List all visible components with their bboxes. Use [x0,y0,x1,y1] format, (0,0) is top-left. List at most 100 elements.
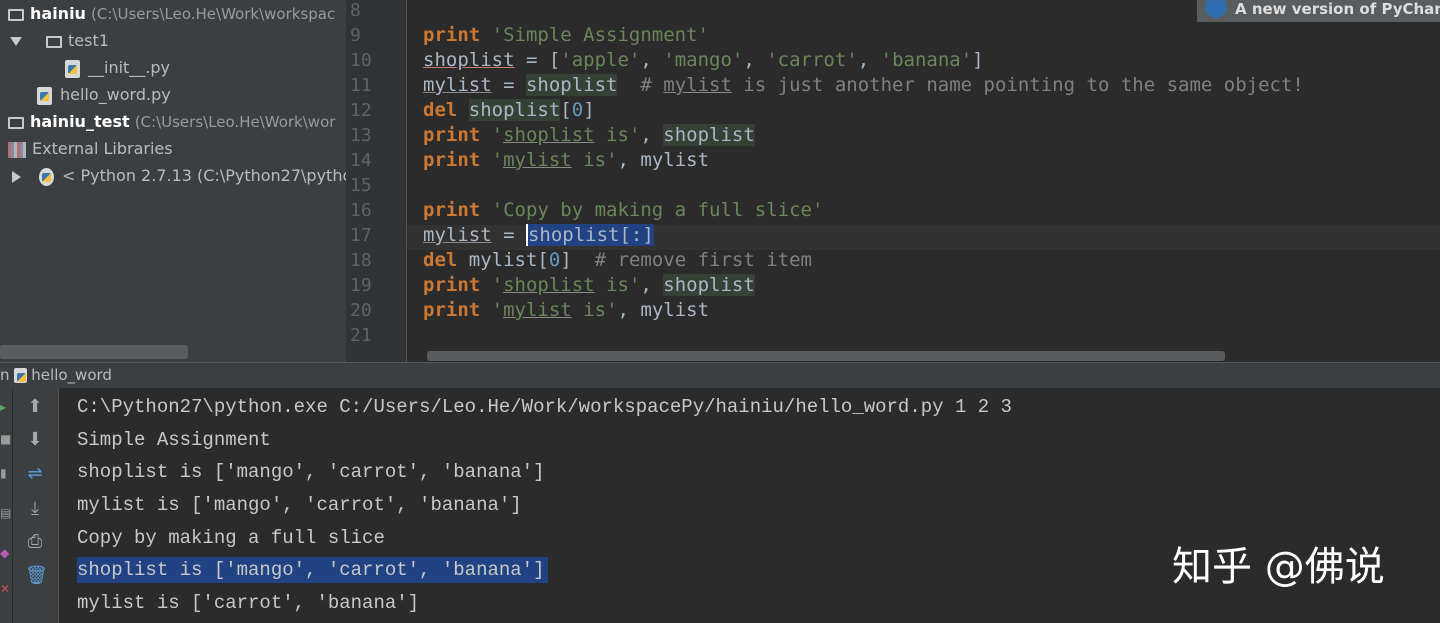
scroll-to-end-icon[interactable]: ⤓ [25,499,45,519]
tree-item-python-sdk[interactable]: < Python 2.7.13 (C:\Python27\pytho [12,162,346,189]
keyword: print [423,199,481,221]
tree-item-label: External Libraries [32,139,173,158]
notification-text: A new version of PyCharm [1235,0,1440,18]
tree-item-label: hello_word.py [60,85,171,104]
console-line-selected[interactable]: shoplist is ['mango', 'carrot', 'banana'… [77,557,549,583]
selected-text[interactable]: shoplist[:] [525,224,654,246]
comment: # remove first item [594,249,812,271]
identifier-usage: shoplist [663,274,755,296]
rerun-icon[interactable]: ▸ [0,400,10,414]
tree-item-hello-word[interactable]: hello_word.py [37,81,171,108]
number-literal: 0 [548,249,561,271]
line-number: 9 [350,25,361,46]
string-literal: 'apple' [560,49,641,71]
keyword: print [423,124,481,146]
chevron-right-icon[interactable] [12,170,21,183]
string-literal: ' [491,299,504,321]
comment: mylist [663,74,732,96]
run-toolbar-left: ▸ ■ ▮ ▤ ◆ ✕ [0,388,13,623]
line-number: 15 [350,175,372,196]
code-text: , mylist [617,299,710,321]
keyword: print [423,149,481,171]
trash-icon[interactable]: 🗑 [25,566,48,586]
project-panel: hainiu (C:\Users\Leo.He\Work\workspac te… [0,0,346,362]
line-number: 10 [350,50,372,71]
down-arrow-icon[interactable]: ⬇ [25,430,45,450]
up-arrow-icon[interactable]: ⬆ [25,397,45,417]
string-literal: 'Simple Assignment' [491,24,709,46]
code-text: , [640,274,664,296]
console-line: mylist is ['carrot', 'banana'] [77,592,420,614]
code-text: [ [560,99,572,121]
code-line-19: print 'shoplist is', shoplist [423,274,755,296]
console-line: C:\Python27\python.exe C:/Users/Leo.He/W… [77,396,1012,418]
string-literal: 'Copy by making a full slice' [491,199,824,221]
pin-icon[interactable]: ◆ [0,546,10,560]
code-text: = [491,224,526,246]
code-text: ] [583,99,595,121]
line-number-gutter: 8 9 10 11 12 13 14 15 16 17 18 19 20 21 [346,0,407,362]
chevron-down-icon[interactable] [10,37,22,46]
string-literal: mylist [503,299,572,321]
line-number: 8 [350,0,361,21]
run-tab[interactable]: n hello_word [0,363,112,388]
python-sdk-icon [39,167,54,186]
run-toolbar: ⬆ ⬇ ⇌ ⤓ ⎙ 🗑 [13,388,59,623]
python-file-icon [37,86,52,105]
tree-item-hainiu[interactable]: hainiu (C:\Users\Leo.He\Work\workspac [8,0,335,27]
line-number: 12 [350,100,372,121]
print-icon[interactable]: ⎙ [25,532,45,552]
keyword: print [423,24,481,46]
code-line-13: print 'shoplist is', shoplist [423,124,755,146]
string-literal: shoplist [503,124,595,146]
line-number: 14 [350,150,372,171]
code-line-9: print 'Simple Assignment' [423,24,709,46]
code-line-11: mylist = shoplist # mylist is just anoth… [423,74,1304,96]
number-literal: 0 [571,99,584,121]
close-icon[interactable]: ✕ [0,582,10,596]
tree-item-label: hainiu_test [30,112,130,131]
folder-icon [46,35,62,48]
project-scrollbar[interactable] [0,345,188,359]
code-line-10: shoplist = ['apple', 'mango', 'carrot', … [423,49,984,71]
console-line: mylist is ['mango', 'carrot', 'banana'] [77,494,522,516]
external-libraries-icon [8,141,26,158]
code-line-14: print 'mylist is', mylist [423,149,709,171]
layout-icon[interactable]: ▤ [0,506,11,520]
run-tab-label: hello_word [31,366,112,384]
identifier-usage: shoplist [468,99,561,121]
tree-item-hainiu-test[interactable]: hainiu_test (C:\Users\Leo.He\Work\wor [8,108,335,135]
stop-icon[interactable]: ■ [0,432,11,446]
pause-icon[interactable]: ▮ [0,466,10,480]
tree-item-init[interactable]: __init__.py [65,54,170,81]
watermark: 知乎 @佛说 [1172,544,1385,590]
editor-horizontal-scrollbar[interactable] [427,351,1225,361]
line-number: 20 [350,300,372,321]
python-file-icon [14,368,28,383]
identifier-usage: shoplist [525,74,618,96]
code-editor[interactable]: print 'Simple Assignment' shoplist = ['a… [407,0,1440,362]
code-text: , mylist [617,149,710,171]
update-notification[interactable]: A new version of PyCharm [1197,0,1440,22]
line-number: 19 [350,275,372,296]
code-line-16: print 'Copy by making a full slice' [423,199,823,221]
code-text: mylist[ [457,249,549,271]
keyword: del [423,99,458,121]
code-text: , [640,124,664,146]
folder-icon [8,8,24,21]
tree-item-test1[interactable]: test1 [10,27,109,54]
string-literal: is' [571,149,618,171]
identifier: mylist [423,74,492,96]
console-line: shoplist is ['mango', 'carrot', 'banana'… [77,461,545,483]
info-icon [1205,0,1227,18]
soft-wrap-icon[interactable]: ⇌ [25,464,45,484]
tree-item-external-libraries[interactable]: External Libraries [8,135,173,162]
string-literal: is' [571,299,618,321]
string-literal: ' [491,274,504,296]
tree-item-path: (C:\Users\Leo.He\Work\workspac [91,5,336,23]
code-text: , [640,49,664,71]
keyword: print [423,299,481,321]
